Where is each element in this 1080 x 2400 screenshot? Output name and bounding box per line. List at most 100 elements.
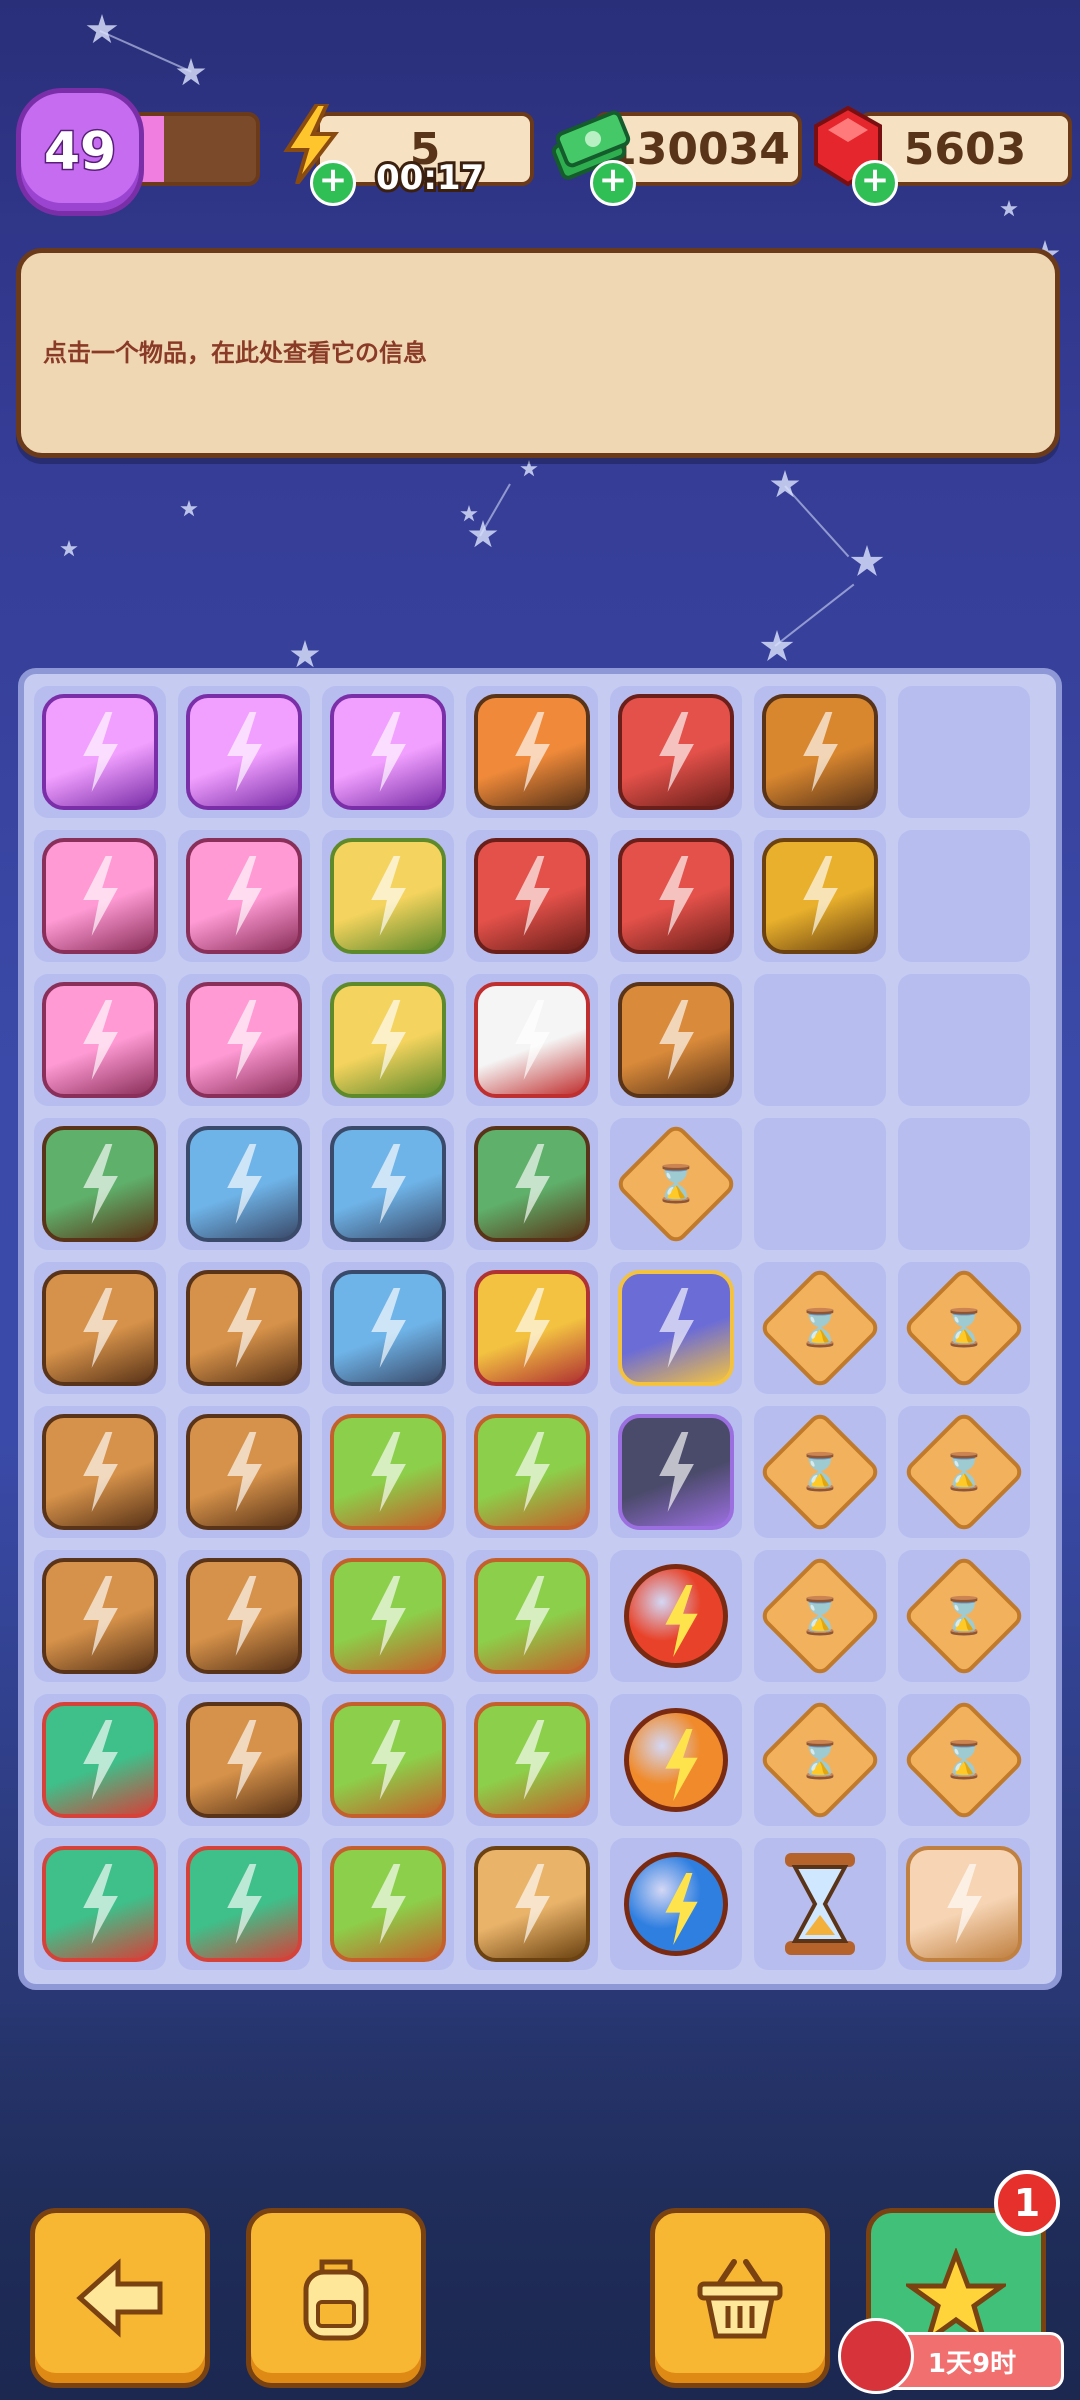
goods-crate-item[interactable]	[474, 1126, 590, 1242]
binoculars-item[interactable]	[762, 694, 878, 810]
plant-pot-item[interactable]	[330, 1846, 446, 1962]
airplane-item[interactable]	[186, 694, 302, 810]
board-cell[interactable]	[898, 1550, 1030, 1682]
board-cell[interactable]	[466, 974, 598, 1106]
inventory-button[interactable]	[246, 2208, 426, 2388]
board-cell[interactable]	[178, 974, 310, 1106]
board-cell[interactable]	[34, 1406, 166, 1538]
board-cell[interactable]	[178, 686, 310, 818]
board-cell[interactable]	[322, 686, 454, 818]
plant-pot-item[interactable]	[474, 1702, 590, 1818]
train-crate-item[interactable]	[186, 1126, 302, 1242]
cherry-tree-item[interactable]	[42, 838, 158, 954]
board-cell[interactable]	[466, 1694, 598, 1826]
hourglass-item[interactable]	[613, 1121, 739, 1247]
airplane-item[interactable]	[42, 694, 158, 810]
craft-basket-item[interactable]	[330, 838, 446, 954]
board-cell[interactable]	[754, 1118, 886, 1250]
add-gems-button[interactable]: +	[852, 160, 898, 206]
gift-box-item[interactable]	[618, 1270, 734, 1386]
go-kart-item[interactable]	[474, 694, 590, 810]
closed-box-item[interactable]	[474, 1846, 590, 1962]
board-cell[interactable]	[322, 1406, 454, 1538]
board-cell[interactable]	[754, 1838, 886, 1970]
board-cell[interactable]	[898, 1118, 1030, 1250]
wood-pallet-item[interactable]	[42, 1270, 158, 1386]
wheel-item[interactable]	[618, 1414, 734, 1530]
back-button[interactable]	[30, 2208, 210, 2388]
cherry-tree-item[interactable]	[42, 982, 158, 1098]
board-cell[interactable]	[610, 1694, 742, 1826]
board-cell[interactable]	[898, 1262, 1030, 1394]
hand-item-item[interactable]	[906, 1846, 1022, 1962]
hourglass-item[interactable]	[757, 1553, 883, 1679]
board-cell[interactable]	[322, 1118, 454, 1250]
add-cash-button[interactable]: +	[590, 160, 636, 206]
board-cell[interactable]	[610, 1262, 742, 1394]
wood-pallet-item[interactable]	[186, 1414, 302, 1530]
board-cell[interactable]	[610, 1118, 742, 1250]
level-badge[interactable]: 49	[16, 88, 144, 216]
board-cell[interactable]	[34, 974, 166, 1106]
board-cell[interactable]	[754, 830, 886, 962]
board-cell[interactable]	[754, 1406, 886, 1538]
wood-pallet-item[interactable]	[186, 1270, 302, 1386]
plant-pot-item[interactable]	[474, 1558, 590, 1674]
first-aid-item[interactable]	[42, 1702, 158, 1818]
board-cell[interactable]	[34, 1550, 166, 1682]
board-cell[interactable]	[898, 974, 1030, 1106]
goods-crate-item[interactable]	[42, 1126, 158, 1242]
board-cell[interactable]	[754, 1262, 886, 1394]
energy-orb-blue-item[interactable]	[624, 1852, 728, 1956]
hourglass-item[interactable]	[901, 1697, 1027, 1823]
board-cell[interactable]	[466, 686, 598, 818]
plant-pot-item[interactable]	[330, 1414, 446, 1530]
board-cell[interactable]	[178, 1550, 310, 1682]
hourglass-item[interactable]	[901, 1409, 1027, 1535]
board-cell[interactable]	[610, 1838, 742, 1970]
board-cell[interactable]	[178, 1118, 310, 1250]
shop-button[interactable]	[650, 2208, 830, 2388]
backpack-open-item[interactable]	[618, 838, 734, 954]
board-cell[interactable]	[466, 1838, 598, 1970]
board-cell[interactable]	[178, 1694, 310, 1826]
board-cell[interactable]	[322, 1694, 454, 1826]
plant-pot-item[interactable]	[330, 1558, 446, 1674]
board-cell[interactable]	[34, 1694, 166, 1826]
board-cell[interactable]	[754, 1694, 886, 1826]
toy-car-item[interactable]	[474, 982, 590, 1098]
board-cell[interactable]	[466, 830, 598, 962]
board-cell[interactable]	[754, 1550, 886, 1682]
hourglass-item[interactable]	[901, 1553, 1027, 1679]
board-cell[interactable]	[178, 1838, 310, 1970]
board-cell[interactable]	[466, 1262, 598, 1394]
board-cell[interactable]	[610, 974, 742, 1106]
hourglass-item[interactable]	[757, 1409, 883, 1535]
cherry-tree-item[interactable]	[186, 838, 302, 954]
board-cell[interactable]	[610, 1550, 742, 1682]
board-cell[interactable]	[178, 1262, 310, 1394]
board-cell[interactable]	[898, 1694, 1030, 1826]
board-cell[interactable]	[610, 1406, 742, 1538]
plant-pot-item[interactable]	[474, 1414, 590, 1530]
board-cell[interactable]	[754, 974, 886, 1106]
board-cell[interactable]	[34, 1262, 166, 1394]
wood-pallet-item[interactable]	[186, 1702, 302, 1818]
doll-item[interactable]	[474, 1270, 590, 1386]
board-cell[interactable]	[610, 830, 742, 962]
tv-cat-item[interactable]	[618, 982, 734, 1098]
airplane-item[interactable]	[330, 694, 446, 810]
train-crate-item[interactable]	[330, 1270, 446, 1386]
energy-orb-orange-item[interactable]	[624, 1708, 728, 1812]
board-cell[interactable]	[610, 686, 742, 818]
board-cell[interactable]	[754, 686, 886, 818]
board-cell[interactable]	[178, 1406, 310, 1538]
board-cell[interactable]	[322, 974, 454, 1106]
cherry-tree-item[interactable]	[186, 982, 302, 1098]
wood-pallet-item[interactable]	[42, 1414, 158, 1530]
board-cell[interactable]	[34, 1118, 166, 1250]
board-cell[interactable]	[466, 1406, 598, 1538]
board-cell[interactable]	[322, 830, 454, 962]
board-cell[interactable]	[322, 1838, 454, 1970]
board-cell[interactable]	[898, 686, 1030, 818]
